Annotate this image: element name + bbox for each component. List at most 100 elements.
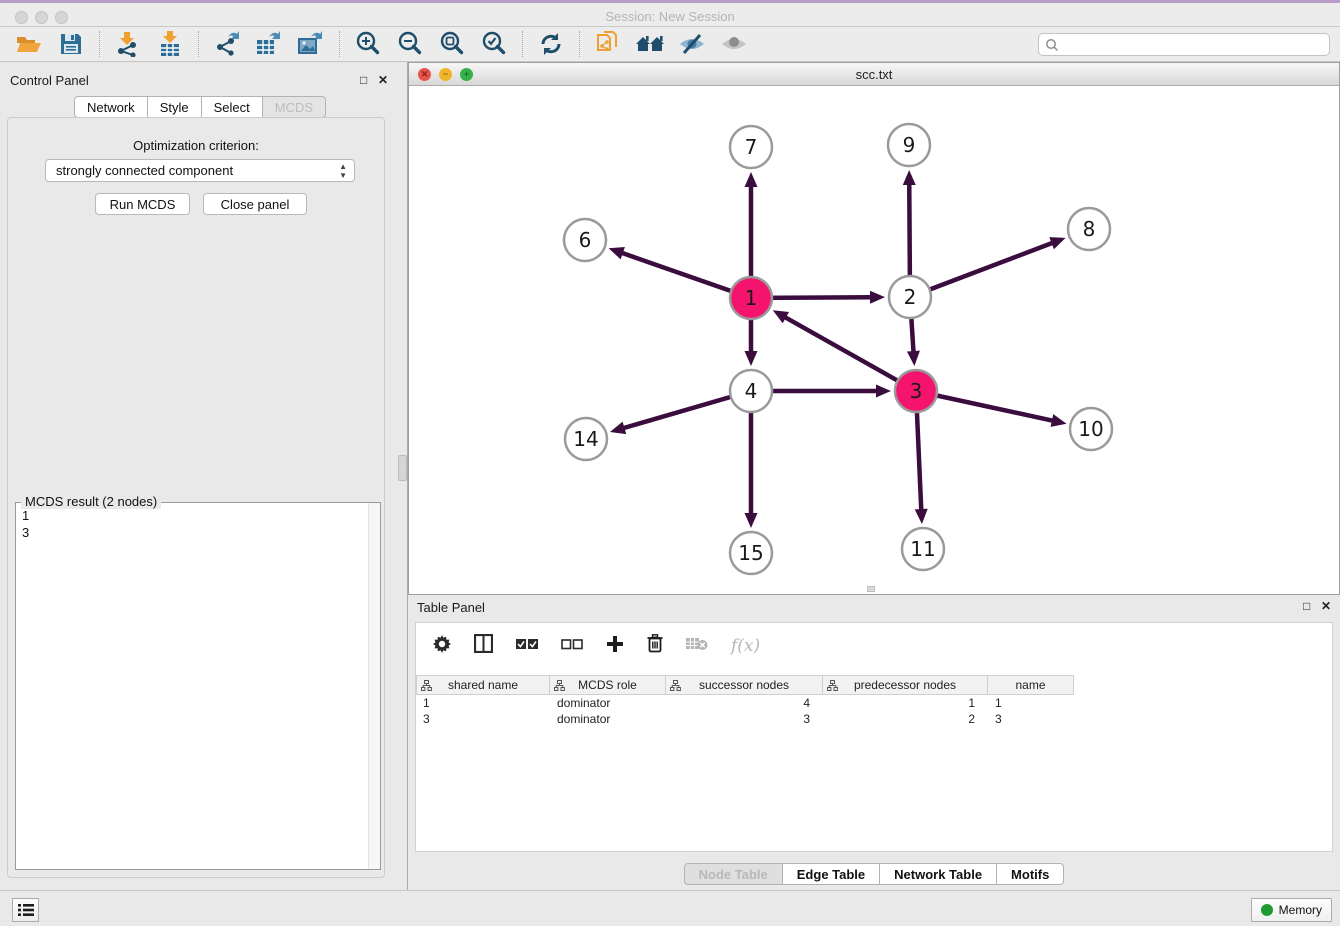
toolbar-separator bbox=[339, 31, 340, 57]
delete-row-icon[interactable] bbox=[647, 634, 663, 658]
zoom-out-icon[interactable] bbox=[395, 29, 425, 59]
graph-edge-arrowhead bbox=[1049, 237, 1065, 249]
tab-mcds[interactable]: MCDS bbox=[263, 96, 326, 118]
column-header-predecessor-nodes[interactable]: predecessor nodes bbox=[823, 675, 988, 695]
graph-node-label: 9 bbox=[903, 133, 916, 157]
tab-node-table[interactable]: Node Table bbox=[684, 863, 783, 885]
graph-edge-2-8[interactable] bbox=[910, 242, 1053, 297]
open-session-icon[interactable] bbox=[14, 29, 44, 59]
mcds-result-title: MCDS result (2 nodes) bbox=[21, 494, 161, 509]
table-cell[interactable]: 1 bbox=[823, 695, 988, 711]
graph-node-label: 3 bbox=[910, 379, 923, 403]
tab-network-table[interactable]: Network Table bbox=[880, 863, 997, 885]
column-tree-icon bbox=[827, 680, 838, 694]
control-panel-tabs: Network Style Select MCDS bbox=[74, 96, 326, 118]
deselect-all-icon[interactable] bbox=[561, 637, 583, 655]
graph-svg[interactable]: 7968124314101511 bbox=[409, 86, 1339, 594]
zoom-selected-icon[interactable] bbox=[479, 29, 509, 59]
graph-node-label: 8 bbox=[1083, 217, 1096, 241]
table-panel-float-icon[interactable]: □ bbox=[1303, 599, 1310, 613]
table-row[interactable]: 1dominator411 bbox=[416, 695, 1332, 711]
column-header-successor-nodes[interactable]: successor nodes bbox=[666, 675, 823, 695]
graph-edge-arrowhead bbox=[610, 422, 626, 434]
search-icon bbox=[1045, 38, 1059, 52]
settings-gear-icon[interactable] bbox=[433, 635, 451, 658]
export-table-icon[interactable] bbox=[254, 29, 284, 59]
column-header-label: successor nodes bbox=[666, 678, 822, 692]
column-chooser-icon[interactable] bbox=[474, 634, 493, 658]
graph-edge-arrowhead bbox=[907, 351, 920, 366]
zoom-in-icon[interactable] bbox=[353, 29, 383, 59]
column-header-label: predecessor nodes bbox=[823, 678, 987, 692]
table-toolbar: f(x) bbox=[416, 623, 1332, 669]
select-stepper-icon: ▲▼ bbox=[339, 162, 347, 180]
search-input[interactable] bbox=[1038, 33, 1330, 56]
optimization-criterion-value: strongly connected component bbox=[56, 163, 233, 178]
graph-edge-arrowhead bbox=[609, 247, 625, 259]
graph-edge-3-1[interactable] bbox=[784, 317, 916, 391]
tab-style[interactable]: Style bbox=[148, 96, 202, 118]
table-cell[interactable]: 1 bbox=[988, 695, 1074, 711]
optimization-criterion-select[interactable]: strongly connected component ▲▼ bbox=[45, 159, 355, 182]
toolbar-separator bbox=[198, 31, 199, 57]
function-builder-icon[interactable]: f(x) bbox=[731, 636, 760, 656]
column-tree-icon bbox=[421, 680, 432, 694]
splitter-grip[interactable] bbox=[398, 455, 407, 481]
close-panel-button[interactable]: Close panel bbox=[203, 193, 307, 215]
table-cell[interactable]: 3 bbox=[416, 711, 550, 727]
tab-select[interactable]: Select bbox=[202, 96, 263, 118]
column-header-name[interactable]: name bbox=[988, 675, 1074, 695]
table-cell[interactable]: 2 bbox=[823, 711, 988, 727]
run-mcds-button[interactable]: Run MCDS bbox=[95, 193, 190, 215]
hide-selected-icon[interactable] bbox=[677, 29, 707, 59]
network-window-titlebar[interactable]: ✕ − + scc.txt bbox=[409, 63, 1339, 86]
task-history-button[interactable] bbox=[12, 898, 39, 922]
table-cell[interactable]: dominator bbox=[550, 695, 666, 711]
network-resize-grip[interactable] bbox=[867, 586, 875, 592]
control-panel-close-icon[interactable]: ✕ bbox=[378, 73, 388, 87]
zoom-fit-icon[interactable] bbox=[437, 29, 467, 59]
table-row[interactable]: 3dominator323 bbox=[416, 711, 1332, 727]
table-panel-title: Table Panel bbox=[417, 600, 485, 615]
refresh-icon[interactable] bbox=[536, 29, 566, 59]
show-all-icon[interactable] bbox=[719, 29, 749, 59]
mcds-result-item: 1 bbox=[22, 507, 29, 524]
graph-edge-arrowhead bbox=[915, 509, 928, 524]
graph-node-label: 1 bbox=[745, 286, 758, 310]
tab-network[interactable]: Network bbox=[74, 96, 148, 118]
new-network-from-selection-icon[interactable] bbox=[593, 29, 623, 59]
graph-node-label: 6 bbox=[579, 228, 592, 252]
column-tree-icon bbox=[670, 680, 681, 694]
network-view-window: ✕ − + scc.txt 7968124314101511 bbox=[408, 62, 1340, 595]
column-header-shared-name[interactable]: shared name bbox=[416, 675, 550, 695]
select-all-icon[interactable] bbox=[516, 637, 538, 655]
export-image-icon[interactable] bbox=[296, 29, 326, 59]
import-network-icon[interactable] bbox=[113, 29, 143, 59]
import-table-icon[interactable] bbox=[155, 29, 185, 59]
control-panel-float-icon[interactable]: □ bbox=[360, 73, 367, 87]
node-table: shared nameMCDS rolesuccessor nodesprede… bbox=[416, 675, 1332, 727]
table-cell[interactable]: dominator bbox=[550, 711, 666, 727]
memory-label: Memory bbox=[1279, 903, 1322, 917]
table-header-row: shared nameMCDS rolesuccessor nodesprede… bbox=[416, 675, 1332, 695]
mcds-panel: Optimization criterion: strongly connect… bbox=[7, 117, 385, 878]
export-network-icon[interactable] bbox=[212, 29, 242, 59]
delete-table-icon[interactable] bbox=[686, 636, 708, 656]
table-cell[interactable]: 3 bbox=[988, 711, 1074, 727]
tab-motifs[interactable]: Motifs bbox=[997, 863, 1064, 885]
graph-node-label: 14 bbox=[573, 427, 598, 451]
graph-edge-arrowhead bbox=[745, 351, 758, 366]
table-cell[interactable]: 1 bbox=[416, 695, 550, 711]
window-title: Session: New Session bbox=[0, 9, 1340, 24]
table-cell[interactable]: 3 bbox=[666, 711, 823, 727]
memory-button[interactable]: Memory bbox=[1251, 898, 1332, 922]
save-session-icon[interactable] bbox=[56, 29, 86, 59]
add-row-icon[interactable] bbox=[606, 635, 624, 658]
table-panel-close-icon[interactable]: ✕ bbox=[1321, 599, 1331, 613]
graph-node-label: 11 bbox=[910, 537, 935, 561]
column-header-MCDS-role[interactable]: MCDS role bbox=[550, 675, 666, 695]
tab-edge-table[interactable]: Edge Table bbox=[783, 863, 880, 885]
table-cell[interactable]: 4 bbox=[666, 695, 823, 711]
result-scrollbar[interactable] bbox=[368, 503, 380, 869]
first-neighbors-icon[interactable] bbox=[635, 29, 665, 59]
